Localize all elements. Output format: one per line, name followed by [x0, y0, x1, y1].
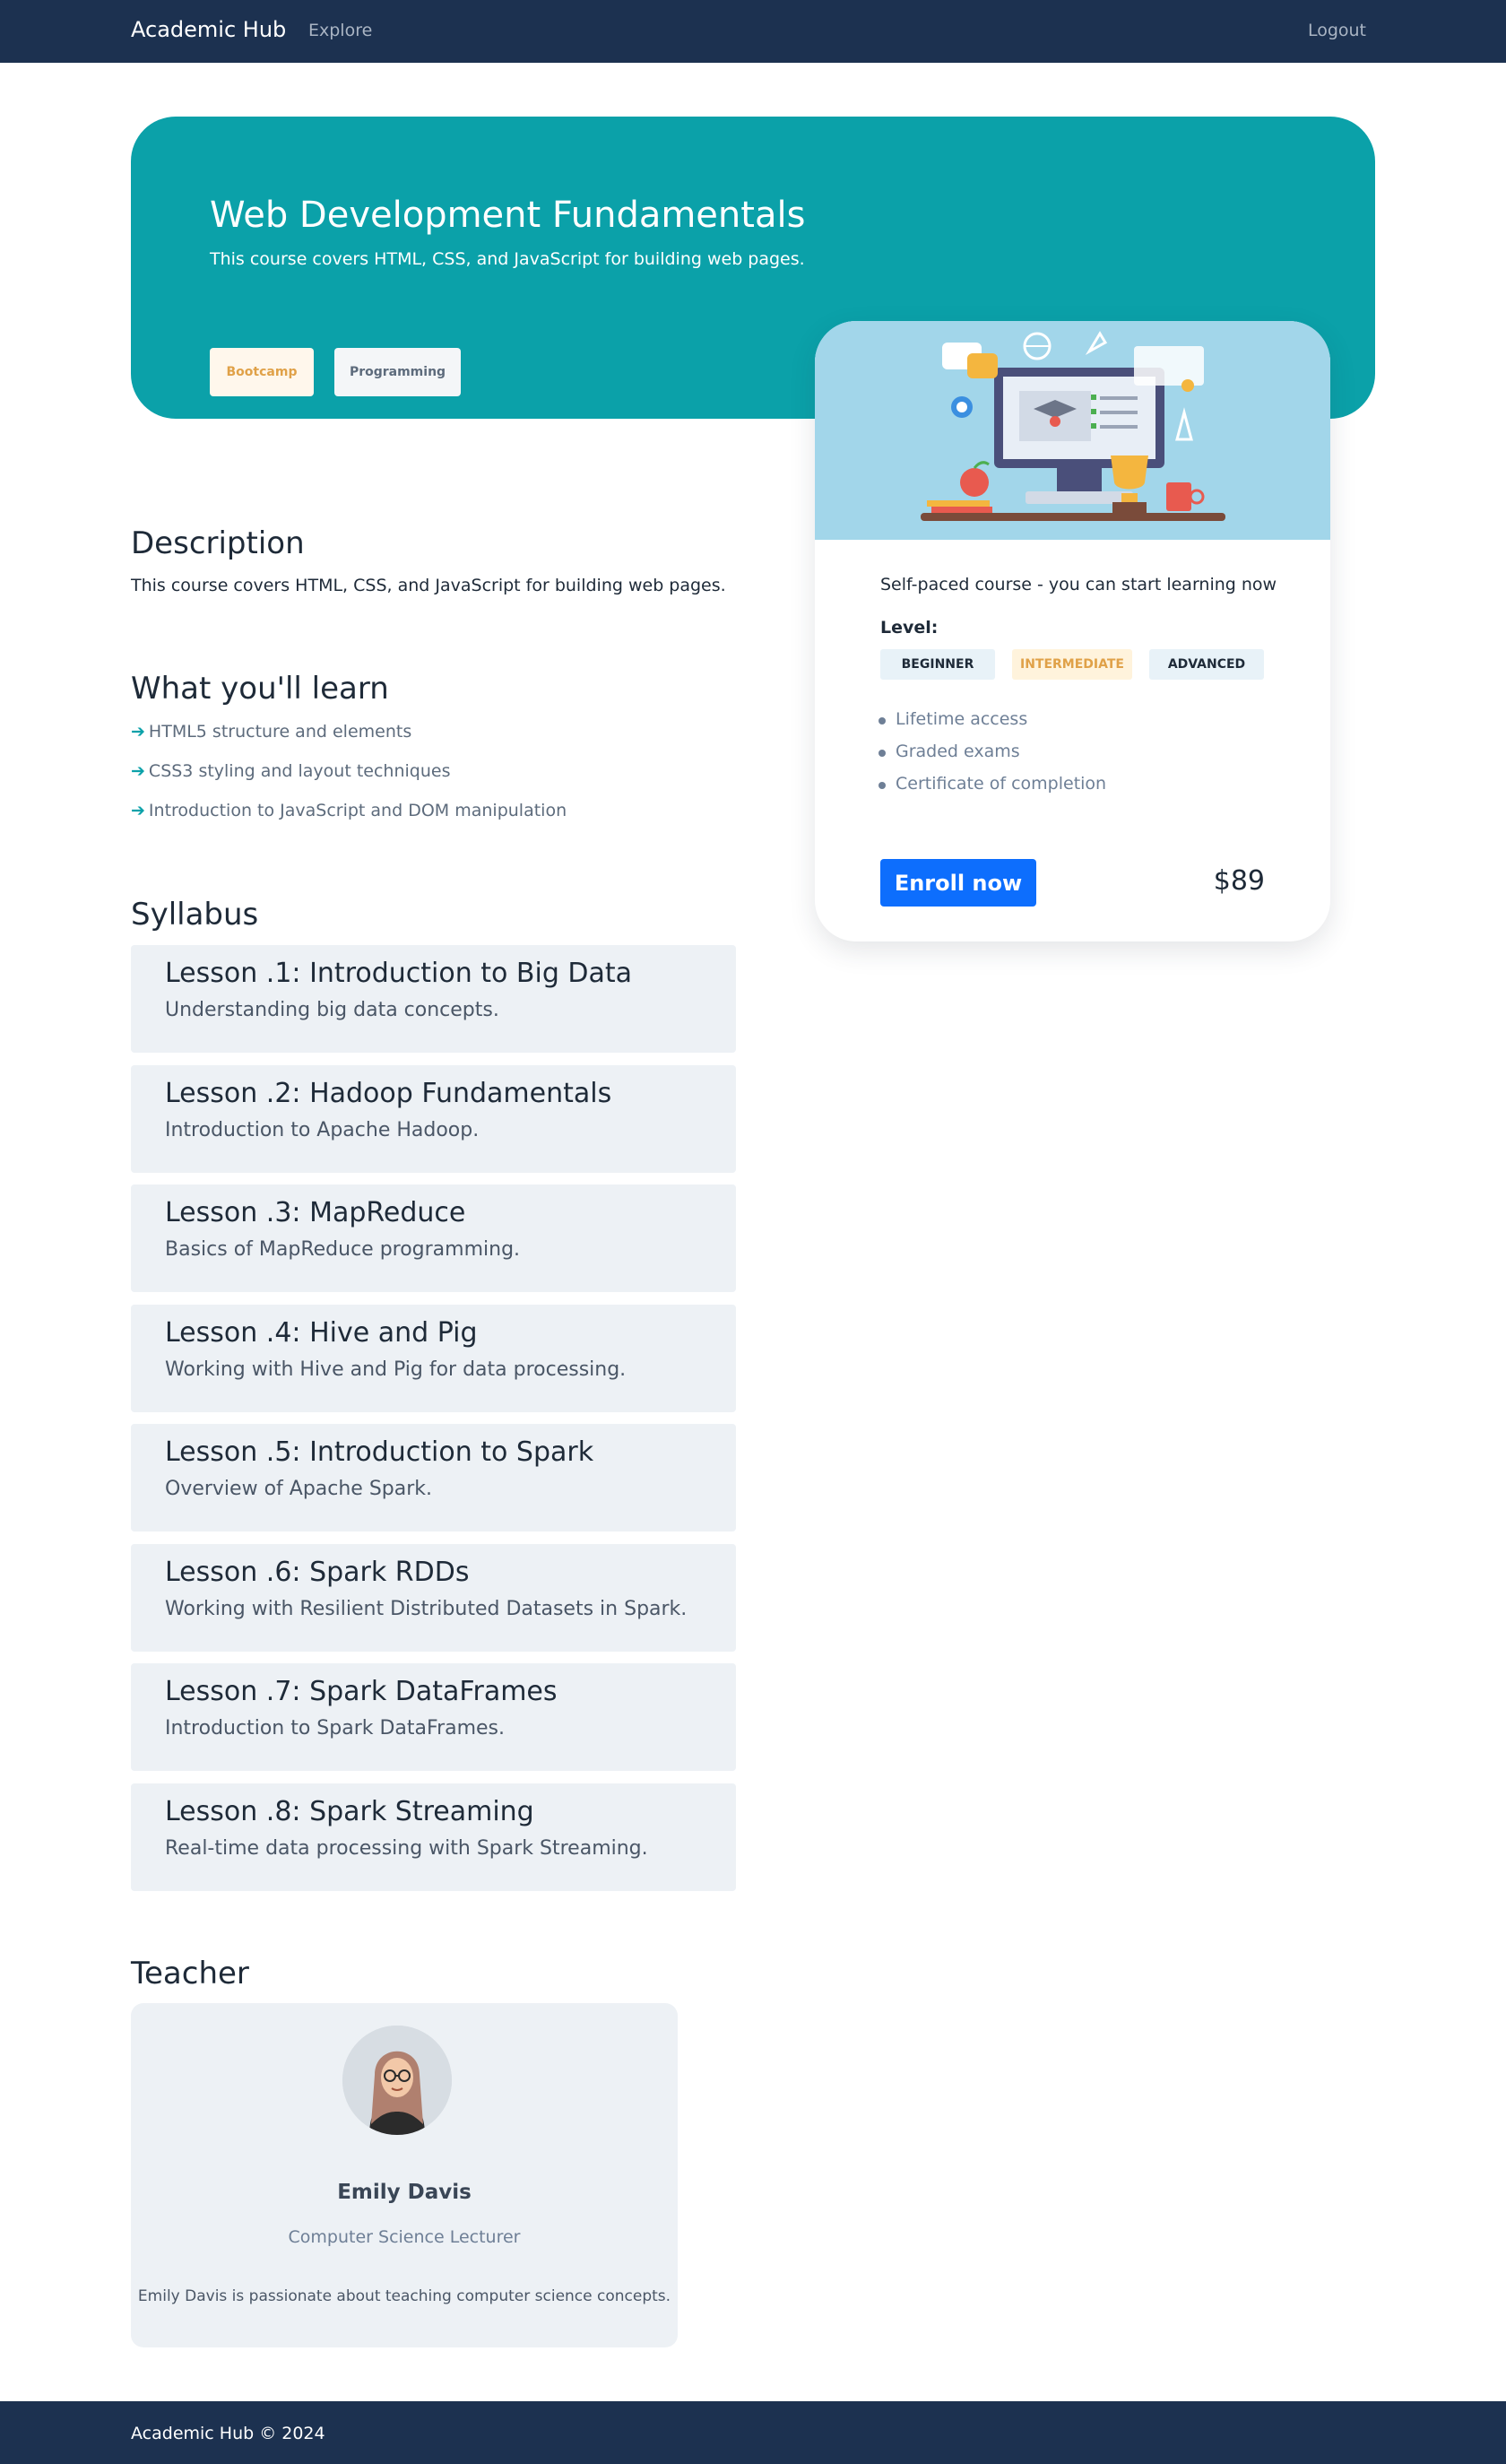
- lesson-description: Basics of MapReduce programming.: [165, 1238, 521, 1261]
- enroll-button[interactable]: Enroll now: [880, 859, 1036, 907]
- logout-link[interactable]: Logout: [1308, 21, 1366, 40]
- level-beginner-badge[interactable]: BEGINNER: [880, 649, 995, 680]
- top-navbar: Academic Hub Explore Logout: [0, 0, 1506, 63]
- teacher-role: Computer Science Lecturer: [288, 2227, 521, 2247]
- pace-text: Self-paced course - you can start learni…: [880, 575, 1277, 594]
- enroll-card: Self-paced course - you can start learni…: [815, 321, 1330, 941]
- feature-item: Lifetime access: [878, 709, 1028, 729]
- feature-item: Certificate of completion: [878, 774, 1107, 794]
- lesson-card[interactable]: Lesson .2: Hadoop Fundamentals Introduct…: [131, 1065, 736, 1173]
- lesson-title: Lesson .1: Introduction to Big Data: [165, 958, 633, 989]
- course-subtitle: This course covers HTML, CSS, and JavaSc…: [210, 249, 805, 269]
- description-text: This course covers HTML, CSS, and JavaSc…: [131, 576, 726, 595]
- nav-explore-link[interactable]: Explore: [308, 21, 372, 40]
- lesson-title: Lesson .2: Hadoop Fundamentals: [165, 1078, 612, 1109]
- lesson-description: Overview of Apache Spark.: [165, 1478, 433, 1500]
- level-advanced-badge[interactable]: ADVANCED: [1149, 649, 1264, 680]
- course-title: Web Development Fundamentals: [210, 195, 806, 236]
- lesson-card[interactable]: Lesson .1: Introduction to Big Data Unde…: [131, 945, 736, 1053]
- arrow-right-icon: ➔: [131, 722, 145, 742]
- footer: Academic Hub © 2024: [0, 2401, 1506, 2464]
- lesson-description: Working with Hive and Pig for data proce…: [165, 1358, 627, 1381]
- lesson-card[interactable]: Lesson .5: Introduction to Spark Overvie…: [131, 1424, 736, 1531]
- teacher-bio: Emily Davis is passionate about teaching…: [137, 2287, 671, 2305]
- learn-heading: What you'll learn: [131, 671, 389, 707]
- syllabus-heading: Syllabus: [131, 897, 259, 933]
- lesson-title: Lesson .3: MapReduce: [165, 1197, 466, 1228]
- level-label: Level:: [880, 618, 939, 638]
- lesson-description: Understanding big data concepts.: [165, 999, 499, 1021]
- teacher-card: Emily Davis Computer Science Lecturer Em…: [131, 2003, 678, 2347]
- course-illustration: [815, 321, 1330, 540]
- lesson-title: Lesson .6: Spark RDDs: [165, 1557, 470, 1588]
- lesson-description: Introduction to Apache Hadoop.: [165, 1119, 480, 1141]
- lesson-title: Lesson .8: Spark Streaming: [165, 1796, 534, 1827]
- lesson-title: Lesson .5: Introduction to Spark: [165, 1436, 594, 1468]
- learn-item: ➔ HTML5 structure and elements: [131, 722, 412, 742]
- footer-text: Academic Hub © 2024: [131, 2424, 325, 2443]
- description-heading: Description: [131, 525, 305, 561]
- lesson-description: Real-time data processing with Spark Str…: [165, 1837, 648, 1860]
- lesson-card[interactable]: Lesson .7: Spark DataFrames Introduction…: [131, 1663, 736, 1771]
- feature-item: Graded exams: [878, 742, 1020, 761]
- level-intermediate-badge[interactable]: INTERMEDIATE: [1012, 649, 1132, 680]
- arrow-right-icon: ➔: [131, 761, 145, 781]
- course-price: $89: [1213, 865, 1265, 897]
- teacher-heading: Teacher: [131, 1956, 249, 1991]
- tag-bootcamp[interactable]: Bootcamp: [210, 348, 314, 396]
- teacher-avatar: [342, 2026, 452, 2135]
- brand-link[interactable]: Academic Hub: [131, 17, 286, 42]
- lesson-title: Lesson .7: Spark DataFrames: [165, 1676, 558, 1707]
- teacher-name: Emily Davis: [337, 2181, 472, 2204]
- lesson-card[interactable]: Lesson .6: Spark RDDs Working with Resil…: [131, 1544, 736, 1652]
- lesson-description: Introduction to Spark DataFrames.: [165, 1717, 506, 1740]
- lesson-card[interactable]: Lesson .3: MapReduce Basics of MapReduce…: [131, 1184, 736, 1292]
- learn-item: ➔ CSS3 styling and layout techniques: [131, 761, 451, 781]
- tag-programming[interactable]: Programming: [334, 348, 461, 396]
- lesson-description: Working with Resilient Distributed Datas…: [165, 1598, 688, 1620]
- lesson-card[interactable]: Lesson .8: Spark Streaming Real-time dat…: [131, 1783, 736, 1891]
- lesson-card[interactable]: Lesson .4: Hive and Pig Working with Hiv…: [131, 1305, 736, 1412]
- arrow-right-icon: ➔: [131, 801, 145, 820]
- learn-item: ➔ Introduction to JavaScript and DOM mani…: [131, 801, 567, 820]
- lesson-title: Lesson .4: Hive and Pig: [165, 1317, 478, 1349]
